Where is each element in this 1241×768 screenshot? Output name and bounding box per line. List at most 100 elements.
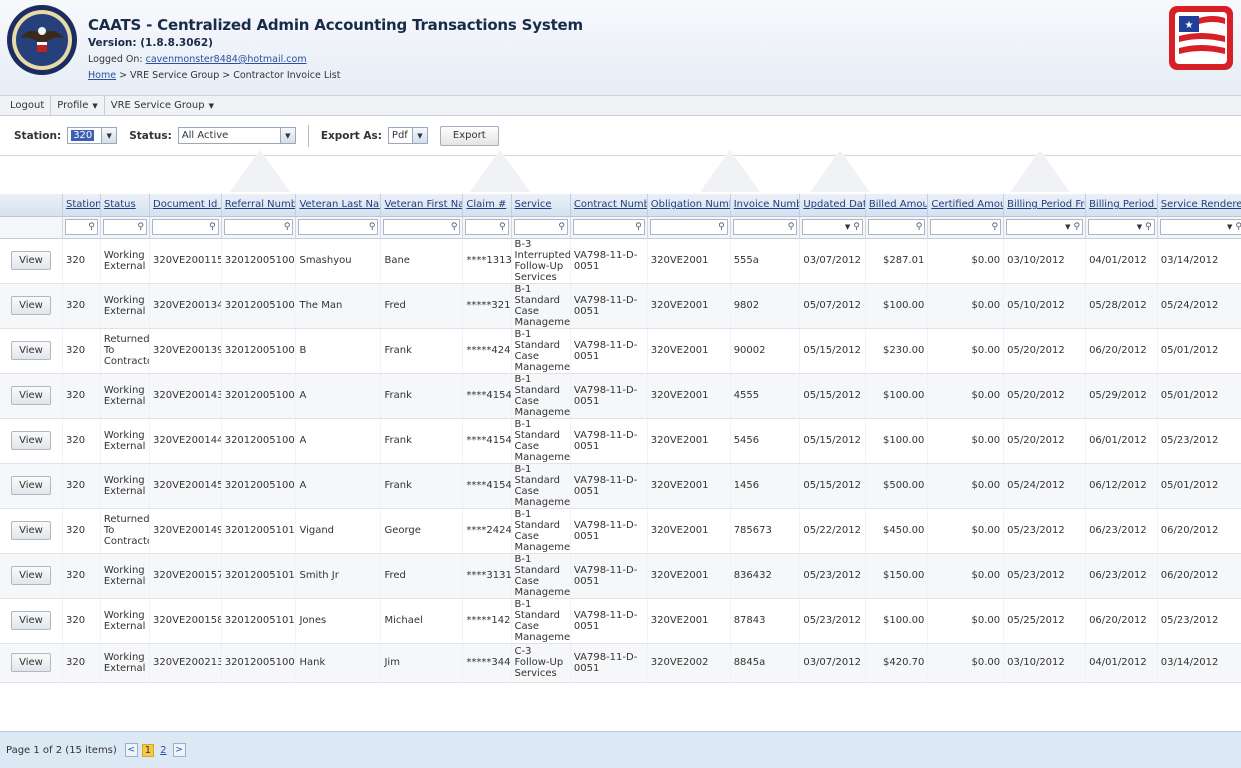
filter-icon[interactable]: ⚲: [1145, 222, 1154, 232]
view-button[interactable]: View: [11, 431, 51, 450]
chevron-down-icon[interactable]: ▼: [279, 128, 295, 143]
column-filter-input[interactable]: ⚲: [465, 219, 509, 235]
col-header-billed-amount[interactable]: Billed Amount: [865, 194, 929, 217]
filter-icon[interactable]: ⚲: [284, 222, 293, 232]
col-header-veteran-last-name[interactable]: Veteran Last Name: [295, 194, 382, 217]
col-header-veteran-first-name[interactable]: Veteran First Name: [380, 194, 464, 217]
filter-icon[interactable]: ⚲: [788, 222, 797, 232]
logged-on-user-link[interactable]: cavenmonster8484@hotmail.com: [146, 54, 307, 65]
column-filter-input[interactable]: ⚲: [867, 219, 926, 235]
view-button[interactable]: View: [11, 611, 51, 630]
col-header-station[interactable]: Station: [62, 194, 101, 217]
filter-icon[interactable]: ⚲: [369, 222, 378, 232]
status-select[interactable]: All Active ▼: [177, 127, 296, 144]
chevron-down-icon[interactable]: ▼: [845, 223, 853, 231]
page-1-link[interactable]: 1: [141, 743, 155, 757]
filter-icon[interactable]: ⚲: [499, 222, 508, 232]
col-header-obligation-number[interactable]: Obligation Number: [647, 194, 731, 217]
contract-number-cell: VA798-11-D-0051: [570, 508, 648, 554]
breadcrumb-home-link[interactable]: Home: [88, 70, 116, 81]
view-button[interactable]: View: [11, 521, 51, 540]
filter-icon[interactable]: ⚲: [992, 222, 1001, 232]
menu-logout[interactable]: Logout: [4, 95, 52, 116]
chevron-down-icon[interactable]: ▼: [101, 128, 117, 143]
certified-amount-cell: $0.00: [927, 463, 1005, 509]
service-rendered-date-cell: 03/14/2012: [1157, 238, 1241, 284]
filter-icon[interactable]: ⚲: [635, 222, 644, 232]
referral-number-cell: 3201200510070: [221, 283, 297, 329]
col-header-status[interactable]: Status: [100, 194, 151, 217]
column-filter-input[interactable]: ⚲: [383, 219, 461, 235]
export-format-select[interactable]: Pdf ▼: [387, 127, 428, 144]
view-button[interactable]: View: [11, 296, 51, 315]
next-page-button[interactable]: >: [172, 743, 186, 757]
filter-icon[interactable]: ⚲: [451, 222, 460, 232]
view-button[interactable]: View: [11, 251, 51, 270]
column-filter-input[interactable]: ▼ ⚲: [802, 219, 863, 235]
certified-amount-cell: $0.00: [927, 328, 1005, 374]
col-header-referral-number[interactable]: Referral Number: [221, 194, 297, 217]
column-filter-input[interactable]: ⚲: [152, 219, 219, 235]
col-header-service-rendered-date[interactable]: Service Rendered Date: [1157, 194, 1241, 217]
col-header-contract-number[interactable]: Contract Number: [570, 194, 648, 217]
menu-vre-service-group[interactable]: VRE Service Group ▼: [105, 96, 220, 116]
view-button[interactable]: View: [11, 341, 51, 360]
filter-icon[interactable]: ⚲: [1073, 222, 1082, 232]
claim-cell: *****3213: [462, 283, 512, 329]
column-filter-input[interactable]: ▼ ⚲: [1006, 219, 1084, 235]
filter-icon[interactable]: ⚲: [137, 222, 146, 232]
column-filter-input[interactable]: ▼ ⚲: [1159, 219, 1241, 235]
station-cell: 320: [62, 283, 101, 329]
document-id-cell: 320VE200157: [149, 553, 222, 599]
document-id-cell: 320VE200213: [149, 643, 222, 683]
column-filter-input[interactable]: ▼ ⚲: [1088, 219, 1155, 235]
filter-icon[interactable]: ⚲: [1235, 222, 1241, 232]
column-filter-input[interactable]: ⚲: [298, 219, 379, 235]
col-header-claim[interactable]: Claim #: [462, 194, 512, 217]
veteran-first-name-cell: Frank: [380, 463, 464, 509]
column-filter-input[interactable]: ⚲: [64, 219, 98, 235]
obligation-number-cell: 320VE2001: [647, 373, 731, 419]
view-button[interactable]: View: [11, 653, 51, 672]
column-filter-input[interactable]: ⚲: [513, 219, 568, 235]
filter-icon[interactable]: ⚲: [916, 222, 925, 232]
column-filter-input[interactable]: ⚲: [223, 219, 294, 235]
view-button[interactable]: View: [11, 476, 51, 495]
filter-icon[interactable]: ⚲: [88, 222, 97, 232]
col-header-document-id-label: Document Id: [153, 199, 218, 211]
menu-profile[interactable]: Profile ▼: [51, 95, 105, 116]
filter-icon[interactable]: ⚲: [718, 222, 727, 232]
column-filter-input[interactable]: ⚲: [732, 219, 798, 235]
filter-icon[interactable]: ⚲: [853, 222, 862, 232]
chevron-down-icon[interactable]: ▼: [1227, 223, 1235, 231]
col-header-updated-date[interactable]: Updated Date: [799, 194, 866, 217]
column-filter-input[interactable]: ⚲: [649, 219, 728, 235]
updated-date-cell: 05/15/2012: [799, 463, 866, 509]
chevron-down-icon[interactable]: ▼: [1137, 223, 1145, 231]
veteran-last-name-cell: Smith Jr: [295, 553, 382, 599]
obligation-number-cell: 320VE2001: [647, 598, 731, 644]
prev-page-button[interactable]: <: [124, 743, 138, 757]
column-filter-input[interactable]: ⚲: [572, 219, 645, 235]
table-body: View 320 Working External 320VE200115 320120…: [0, 238, 1241, 683]
page-2-link[interactable]: 2: [158, 745, 168, 756]
col-header-certified-amount[interactable]: Certified Amount: [927, 194, 1005, 217]
col-header-billing-period-to[interactable]: Billing Period To: [1085, 194, 1158, 217]
column-filter-input[interactable]: ⚲: [102, 219, 148, 235]
column-filter-cell: ⚲: [730, 216, 801, 239]
col-header-service[interactable]: Service: [511, 194, 571, 217]
filter-icon[interactable]: ⚲: [558, 222, 567, 232]
updated-date-cell: 05/22/2012: [799, 508, 866, 554]
service-cell: B-3 Interrupted Follow-Up Services: [511, 238, 571, 284]
col-header-document-id[interactable]: Document Id ▲: [149, 194, 222, 217]
column-filter-input[interactable]: ⚲: [930, 219, 1002, 235]
station-select[interactable]: 320 ▼: [67, 127, 118, 144]
chevron-down-icon[interactable]: ▼: [411, 128, 427, 143]
export-button[interactable]: Export: [439, 125, 499, 146]
col-header-billing-period-from[interactable]: Billing Period From: [1003, 194, 1087, 217]
chevron-down-icon[interactable]: ▼: [1065, 223, 1073, 231]
view-button[interactable]: View: [11, 386, 51, 405]
view-button[interactable]: View: [11, 566, 51, 585]
filter-icon[interactable]: ⚲: [209, 222, 218, 232]
col-header-invoice-number[interactable]: Invoice Number: [730, 194, 801, 217]
